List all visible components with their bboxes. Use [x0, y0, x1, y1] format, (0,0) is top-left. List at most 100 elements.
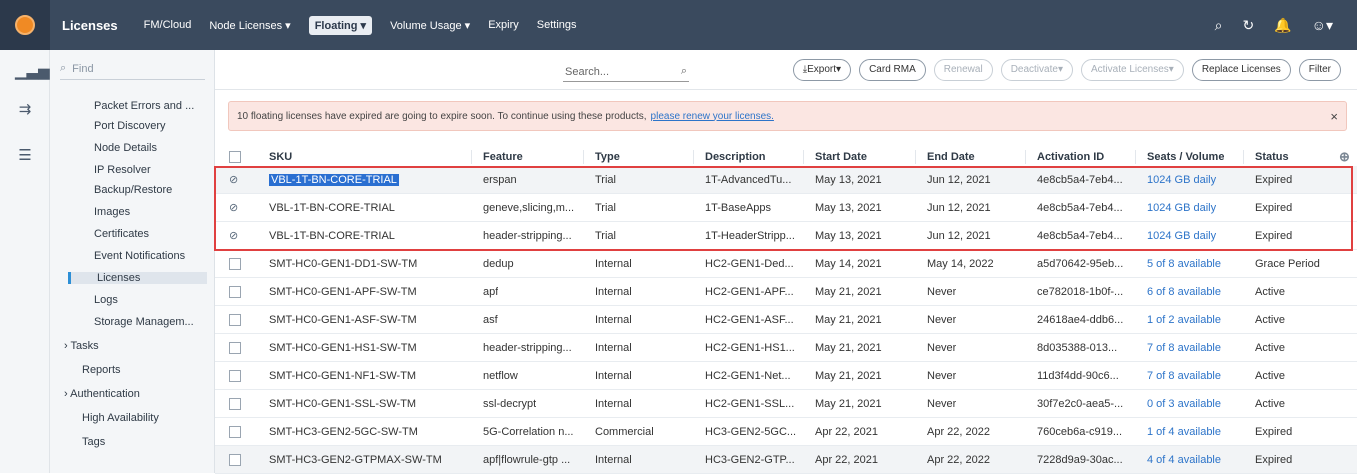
cell-seats[interactable]: 0 of 3 available	[1147, 398, 1221, 410]
search-placeholder: Search...	[565, 65, 610, 78]
row-checkbox[interactable]	[229, 454, 241, 466]
app-logo[interactable]	[0, 0, 50, 50]
cell-end: Jun 12, 2021	[927, 229, 991, 242]
card-rma-button[interactable]: Card RMA	[859, 58, 926, 81]
deactivate-button[interactable]: Deactivate ▾	[1000, 58, 1073, 81]
toolbar: Search... ⌕ ⤓ Export ▾ Card RMA Renewal Dea…	[215, 50, 1357, 90]
cell-seats[interactable]: 1024 GB daily	[1147, 202, 1216, 214]
nav-item-expiry[interactable]: Expiry	[488, 19, 519, 31]
sidebar-item-logs[interactable]: Logs	[94, 294, 118, 306]
search-input[interactable]: Search... ⌕	[563, 62, 689, 82]
cell-type: Trial	[595, 201, 616, 214]
sidebar-item-port-discovery[interactable]: Port Discovery	[94, 120, 166, 132]
renew-licenses-link[interactable]: please renew your licenses.	[651, 111, 774, 122]
column-separator[interactable]	[693, 150, 694, 164]
row-checkbox[interactable]	[229, 314, 241, 326]
close-icon[interactable]: ×	[1330, 109, 1338, 124]
cell-status: Grace Period	[1255, 257, 1320, 270]
top-nav-menu: FM/Cloud Node Licenses Floating Volume Usag…	[144, 15, 577, 35]
refresh-icon[interactable]: ↻	[1243, 17, 1255, 34]
column-separator[interactable]	[915, 150, 916, 164]
bar-chart-icon[interactable]: ▁▃▅	[15, 62, 50, 80]
cell-description: 1T-HeaderStripp...	[705, 229, 795, 242]
sidebar-item-backup-restore[interactable]: Backup/Restore	[94, 184, 172, 196]
find-input[interactable]: ⌕ Find	[60, 58, 205, 80]
table-row[interactable]: ⊘ VBL-1T-BN-CORE-TRIAL erspan Trial 1T-Advan…	[215, 166, 1357, 194]
column-separator[interactable]	[803, 150, 804, 164]
cell-seats[interactable]: 1 of 2 available	[1147, 314, 1221, 326]
renewal-button[interactable]: Renewal	[933, 58, 993, 81]
column-separator[interactable]	[583, 150, 584, 164]
table-row[interactable]: ⊘ VBL-1T-BN-CORE-TRIAL geneve,slicing,m...…	[215, 194, 1357, 222]
nav-item-volume-usage[interactable]: Volume Usage	[390, 19, 470, 32]
cell-end: Never	[927, 285, 957, 298]
sidebar-item-reports[interactable]: Reports	[82, 364, 121, 376]
cell-type: Internal	[595, 341, 632, 354]
export-button[interactable]: ⤓ Export ▾	[792, 58, 852, 81]
replace-licenses-button[interactable]: Replace Licenses	[1191, 58, 1291, 81]
cell-sku: SMT-HC0-GEN1-APF-SW-TM	[269, 285, 417, 298]
row-checkbox[interactable]	[229, 398, 241, 410]
row-checkbox[interactable]	[229, 342, 241, 354]
button-label: Filter	[1308, 64, 1331, 75]
row-checkbox[interactable]	[229, 258, 241, 270]
notification-bell-icon[interactable]: 🔔	[1274, 17, 1291, 34]
sidebar-item-certificates[interactable]: Certificates	[94, 228, 149, 240]
sidebar-item-node-details[interactable]: Node Details	[94, 142, 157, 154]
activate-licenses-button[interactable]: Activate Licenses ▾	[1080, 58, 1184, 81]
cell-seats[interactable]: 1024 GB daily	[1147, 230, 1216, 242]
cell-seats[interactable]: 4 of 4 available	[1147, 454, 1221, 466]
cell-seats[interactable]: 7 of 8 available	[1147, 370, 1221, 382]
row-checkbox[interactable]	[229, 426, 241, 438]
search-icon[interactable]: ⌕	[1215, 17, 1223, 34]
sidebar-item-label: Event Notifications	[94, 250, 186, 262]
cell-seats[interactable]: 5 of 8 available	[1147, 258, 1221, 270]
row-checkbox[interactable]	[229, 286, 241, 298]
filter-button[interactable]: Filter	[1298, 58, 1341, 81]
column-separator[interactable]	[1243, 150, 1244, 164]
cell-seats[interactable]: 6 of 8 available	[1147, 286, 1221, 298]
share-network-icon[interactable]: ⇉	[15, 100, 35, 118]
nav-item-fm-cloud[interactable]: FM/Cloud	[144, 19, 192, 31]
sidebar-item-event-notifications[interactable]: Event Notifications	[94, 250, 185, 262]
table-row[interactable]: ⊘ VBL-1T-BN-CORE-TRIAL header-stripping...…	[215, 222, 1357, 250]
add-column-icon[interactable]: ⊕	[1339, 149, 1350, 165]
nav-item-node-licenses[interactable]: Node Licenses	[209, 19, 290, 32]
table-row[interactable]: SMT-HC3-GEN2-5GC-SW-TM 5G-Correlation n..…	[215, 418, 1357, 446]
table-row[interactable]: SMT-HC0-GEN1-APF-SW-TM apf Internal HC2-GEN…	[215, 278, 1357, 306]
sidebar-item-images[interactable]: Images	[94, 206, 130, 218]
table-row[interactable]: SMT-HC0-GEN1-NF1-SW-TM netflow Internal HC2…	[215, 362, 1357, 390]
sidebar-item-packet-errors-and[interactable]: Packet Errors and ...	[94, 100, 194, 112]
nav-item-floating[interactable]: Floating	[308, 15, 373, 35]
app-title[interactable]: Licenses	[62, 18, 118, 33]
user-account-icon[interactable]: ☺▾	[1312, 17, 1333, 34]
sidebar-item-authentication[interactable]: › Authentication	[64, 388, 140, 400]
cell-description: HC2-GEN1-SSL...	[705, 397, 795, 410]
table-row[interactable]: SMT-HC0-GEN1-ASF-SW-TM asf Internal HC2-GEN…	[215, 306, 1357, 334]
sidebar-item-ip-resolver[interactable]: IP Resolver	[94, 164, 151, 176]
sidebar-item-tasks[interactable]: › Tasks	[64, 340, 99, 352]
cell-seats[interactable]: 1024 GB daily	[1147, 174, 1216, 186]
server-list-icon[interactable]: ☰	[15, 146, 35, 164]
table-row[interactable]: SMT-HC3-GEN2-GTPMAX-SW-TM apf|flowrule-gt…	[215, 446, 1357, 474]
sidebar-item-tags[interactable]: Tags	[82, 436, 105, 448]
sidebar-item-licenses[interactable]: Licenses	[68, 272, 207, 284]
row-checkbox[interactable]	[229, 370, 241, 382]
sidebar-item-high-availability[interactable]: High Availability	[82, 412, 159, 424]
table-row[interactable]: SMT-HC0-GEN1-SSL-SW-TM ssl-decrypt Interna…	[215, 390, 1357, 418]
nav-item-settings[interactable]: Settings	[537, 19, 577, 31]
table-row[interactable]: SMT-HC0-GEN1-DD1-SW-TM dedup Internal HC2-G…	[215, 250, 1357, 278]
cell-seats[interactable]: 1 of 4 available	[1147, 426, 1221, 438]
column-separator[interactable]	[1025, 150, 1026, 164]
cell-type: Internal	[595, 257, 632, 270]
column-separator[interactable]	[1135, 150, 1136, 164]
table-row[interactable]: SMT-HC0-GEN1-HS1-SW-TM header-stripping..…	[215, 334, 1357, 362]
cell-seats[interactable]: 7 of 8 available	[1147, 342, 1221, 354]
column-separator[interactable]	[471, 150, 472, 164]
select-all-checkbox[interactable]	[229, 151, 241, 163]
cell-end: Never	[927, 369, 957, 382]
sidebar-item-storage-managem[interactable]: Storage Managem...	[94, 316, 194, 328]
cell-feature: apf	[483, 285, 499, 298]
cell-description: 1T-AdvancedTu...	[705, 173, 792, 186]
cell-activation: 30f7e2c0-aea5-...	[1037, 397, 1124, 410]
